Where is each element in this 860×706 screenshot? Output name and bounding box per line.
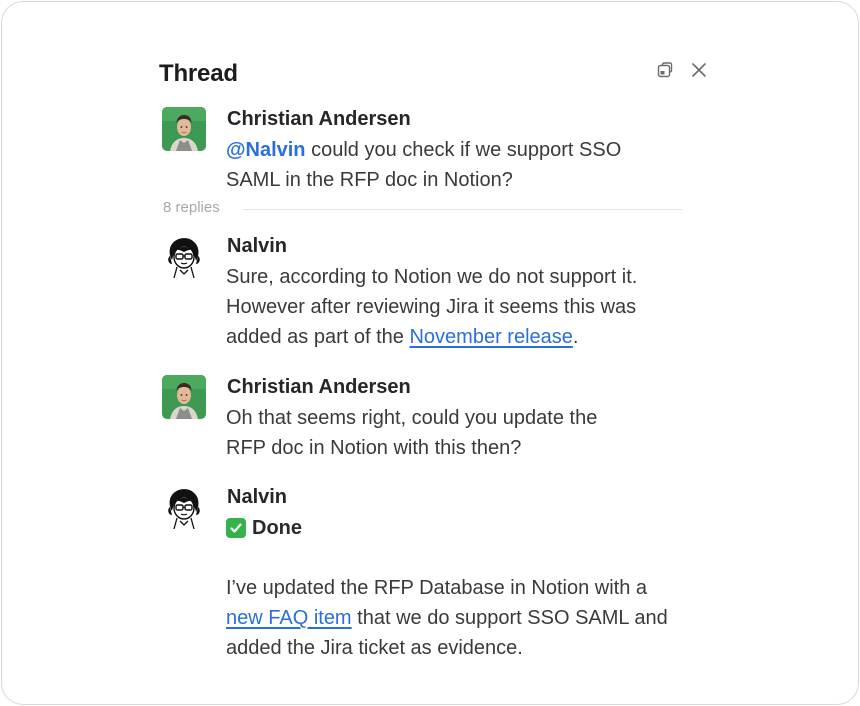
- message-text: Sure, according to Notion we do not supp…: [226, 266, 638, 288]
- author-name[interactable]: Nalvin: [227, 234, 287, 258]
- faq-item-link[interactable]: new FAQ item: [226, 607, 352, 629]
- message-text: RFP doc in Notion with this then?: [226, 437, 522, 459]
- divider: [243, 209, 682, 210]
- reply-count: 8 replies: [163, 199, 220, 216]
- message-text: Oh that seems right, could you update th…: [226, 407, 598, 429]
- christian-avatar[interactable]: [162, 375, 206, 419]
- user-mention[interactable]: @Nalvin: [226, 139, 306, 161]
- message-text: that we do support SSO SAML and: [351, 607, 668, 629]
- done-row: Done: [226, 513, 668, 543]
- message-body: Sure, according to Notion we do not supp…: [226, 262, 637, 352]
- message-body: @Nalvin could you check if we support SS…: [226, 135, 621, 195]
- message-text: added the Jira ticket as evidence.: [226, 637, 523, 659]
- message-body: Oh that seems right, could you update th…: [226, 403, 597, 463]
- thread-panel: Thread Christian Andersen @Nalvin could …: [1, 1, 859, 705]
- check-mark-button-icon: [226, 518, 246, 538]
- close-icon[interactable]: [690, 61, 708, 79]
- done-text: Done: [252, 517, 302, 539]
- author-name[interactable]: Christian Andersen: [227, 375, 411, 399]
- message-text: I’ve updated the RFP Database in Notion …: [226, 577, 647, 599]
- message-text: added as part of the: [226, 326, 410, 348]
- message-text: However after reviewing Jira it seems th…: [226, 296, 637, 318]
- message-text: could you check if we support SSO: [305, 139, 622, 161]
- november-release-link[interactable]: November release: [409, 326, 572, 348]
- author-name[interactable]: Nalvin: [227, 485, 287, 509]
- author-name[interactable]: Christian Andersen: [227, 107, 411, 131]
- thread-title: Thread: [159, 60, 238, 87]
- nalvin-avatar[interactable]: [162, 234, 206, 279]
- christian-avatar[interactable]: [162, 107, 206, 151]
- message-text: SAML in the RFP doc in Notion?: [226, 169, 513, 191]
- open-in-window-icon[interactable]: [656, 61, 674, 79]
- nalvin-avatar[interactable]: [162, 485, 206, 530]
- message-body: Done I’ve updated the RFP Database in No…: [226, 513, 668, 663]
- message-text: .: [572, 326, 579, 348]
